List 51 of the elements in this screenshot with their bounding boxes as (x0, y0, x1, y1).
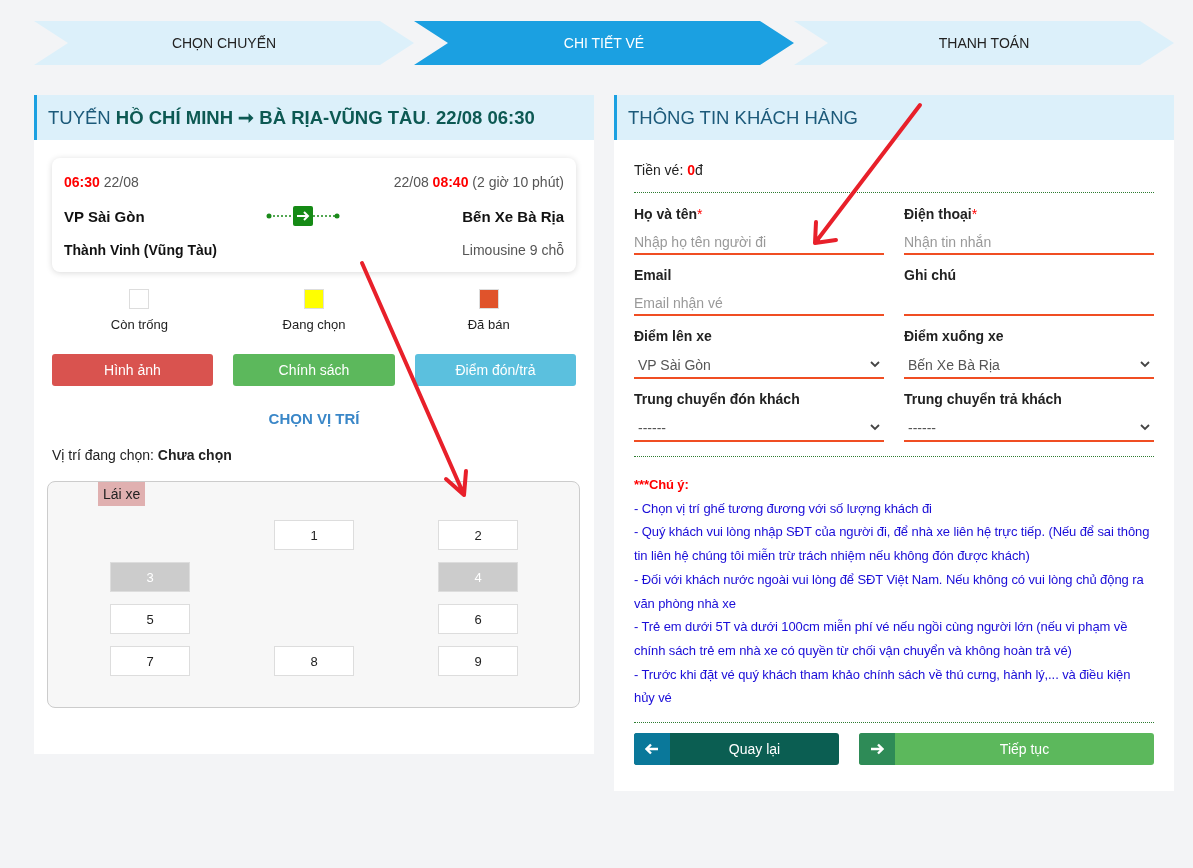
route-arrow-icon (266, 206, 341, 226)
field-label: Họ và tên* (634, 206, 704, 222)
arrow-right-icon (870, 743, 884, 756)
legend-label: Còn trống (110, 317, 168, 332)
vehicle-type: Limousine 9 chỗ (462, 242, 564, 258)
note-text: - Quý khách vui lòng nhập SĐT của người đi, để nhà xe liên hệ trực tiếp. (Nếu để sai thông tin liên hệ chúng tôi miễn trừ trách nhiệm nếu không đón được khách) (634, 523, 1151, 566)
seat[interactable]: 8 (274, 646, 354, 676)
note-text: - Đối với khách nước ngoài vui lòng để SĐT Việt Nam. Nếu không có vui lòng chủ động ra văn phòng nhà xe (634, 570, 1145, 613)
seat[interactable]: 1 (274, 520, 354, 550)
destination: Bến Xe Bà Rịa (462, 207, 564, 225)
departure-time: 06:30 22/08 (64, 174, 139, 190)
legend-label: Đã bán (467, 317, 510, 332)
notes-title: ***Chú ý: (634, 476, 690, 494)
select-field[interactable]: VP Sài Gòn (634, 352, 884, 379)
chevron-down-icon (870, 361, 880, 368)
field-label: Điểm xuống xe (904, 328, 1005, 344)
field-label: Trung chuyển đón khách (634, 391, 801, 407)
select-field[interactable]: Bến Xe Bà Rịa (904, 352, 1154, 379)
chevron-down-icon (870, 424, 880, 431)
seat[interactable]: 2 (438, 520, 518, 550)
select-field[interactable]: ------ (904, 415, 1154, 442)
operator: Thành Vinh (Vũng Tàu) (64, 242, 217, 258)
panel-title: THÔNG TIN KHÁCH HÀNG (628, 106, 858, 129)
arrival-time: 22/08 08:40 (2 giờ 10 phút) (393, 174, 564, 190)
field-label: Ghi chú (904, 267, 958, 283)
info-button[interactable]: Hình ảnh (52, 354, 213, 386)
seat[interactable]: 7 (110, 646, 190, 676)
note-text: - Trước khi đặt vé quý khách tham khảo chính sách về thú cưng, hành lý,... và điều kiện hủy vé (634, 665, 1132, 708)
selected-seat-text: Vị trí đang chọn: Chưa chọn (52, 447, 233, 463)
ticket-price: Tiền vé: 0đ (634, 162, 704, 178)
field-label: Điện thoại* (904, 206, 979, 222)
note-text: - Chọn vị trí ghế tương đương với số lượng khách đi (634, 499, 933, 518)
legend-label: Đang chọn (282, 317, 346, 332)
back-button[interactable]: Quay lại (634, 733, 839, 766)
seat[interactable]: 5 (110, 604, 190, 634)
driver-label: Lái xe (98, 482, 146, 506)
step-tab[interactable]: THANH TOÁN (794, 21, 1174, 65)
step-tab[interactable]: CHỌN CHUYẾN (34, 21, 414, 65)
field-label: Trung chuyển trả khách (904, 391, 1063, 407)
seat[interactable]: 9 (438, 646, 518, 676)
note-text: - Trẻ em dưới 5T và dưới 100cm miễn phí vé nếu ngồi cùng người lớn (nếu vi phạm về chính sách trẻ em nhà xe có quyền từ chối vận chuyển và không hoàn trả vé) (634, 618, 1129, 660)
section-title: CHỌN VỊ TRÍ (267, 410, 361, 427)
arrow-left-icon (645, 743, 659, 756)
chevron-down-icon (1140, 361, 1150, 368)
field-label: Email (634, 267, 673, 283)
seat[interactable]: 6 (438, 604, 518, 634)
field-label: Điểm lên xe (634, 328, 713, 344)
chevron-down-icon (1140, 424, 1150, 431)
origin: VP Sài Gòn (64, 207, 145, 225)
route-title: TUYẾN HỒ CHÍ MINH ➞ BÀ RỊA-VŨNG TÀU. 22/08 06:30 (48, 106, 535, 129)
select-field[interactable]: ------ (634, 415, 884, 442)
